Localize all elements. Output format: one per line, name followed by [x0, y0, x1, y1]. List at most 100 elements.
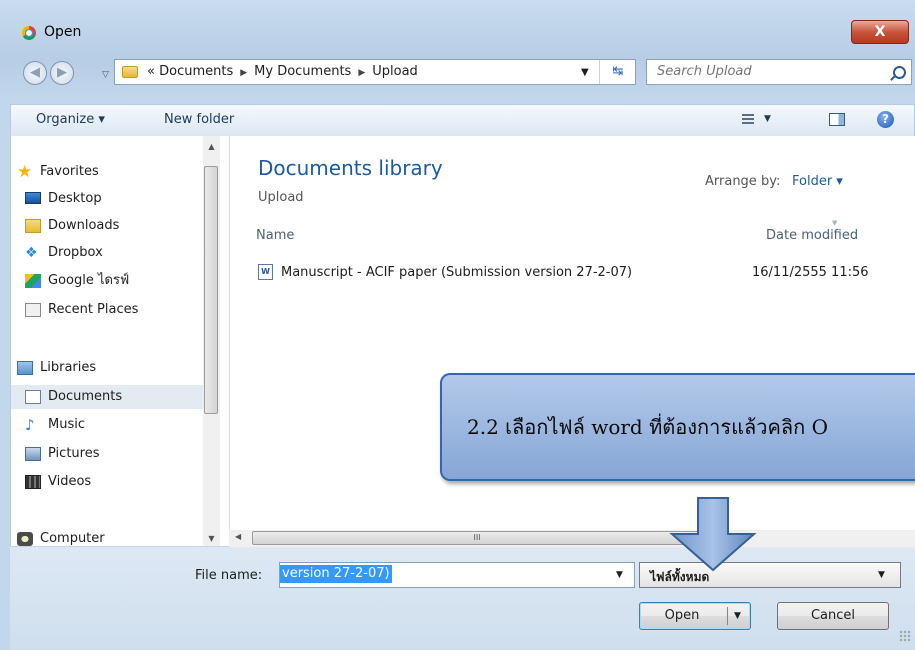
- file-name-combo[interactable]: version 27-2-07) ▼: [279, 562, 635, 588]
- open-button-label: Open: [664, 608, 700, 623]
- search-input[interactable]: [655, 63, 879, 80]
- folder-icon: [122, 66, 138, 78]
- library-title: Documents library: [258, 156, 443, 180]
- documents-icon: [25, 390, 41, 404]
- instruction-callout: 2.2 เลือกไฟล์ word ที่ต้องการแล้วคลิก O: [440, 373, 915, 481]
- search-icon[interactable]: [893, 66, 906, 79]
- nav-label: Google ไดรฟ์: [48, 273, 130, 288]
- computer-icon: [17, 532, 33, 546]
- nav-item-music[interactable]: ♪ Music: [11, 413, 216, 437]
- command-bar: Organize ▾ New folder ▼ ?: [10, 104, 915, 136]
- downloads-icon: [25, 219, 41, 233]
- view-options-dropdown-icon[interactable]: ▼: [764, 114, 771, 124]
- address-bar[interactable]: « Documents ▶ My Documents ▶ Upload ▼ ↹: [114, 59, 636, 85]
- nav-item-computer[interactable]: Computer: [11, 527, 216, 546]
- nav-item-documents[interactable]: Documents: [11, 385, 216, 409]
- sort-indicator-icon: ▼: [832, 219, 838, 227]
- forward-arrow-icon: ▶: [57, 65, 67, 80]
- dialog-footer: File name: version 27-2-07) ▼ ไฟล์ทั้งหม…: [10, 547, 915, 650]
- libraries-icon: [17, 361, 33, 375]
- address-dropdown-icon[interactable]: ▼: [581, 67, 589, 78]
- open-dialog: Open X ◀ ▶ ▽ « Documents ▶ My Documents ▶ Up…: [0, 0, 915, 650]
- nav-libraries[interactable]: Libraries: [11, 356, 216, 380]
- breadcrumb-documents[interactable]: Documents: [159, 64, 233, 79]
- column-header-name[interactable]: Name: [256, 228, 294, 243]
- nav-label: Recent Places: [48, 302, 139, 317]
- nav-item-recent-places[interactable]: Recent Places: [11, 298, 216, 322]
- arrange-by-label: Arrange by:: [705, 174, 781, 189]
- dropbox-icon: ❖: [25, 245, 38, 261]
- nav-item-desktop[interactable]: Desktop: [11, 187, 216, 211]
- window-title: Open: [44, 24, 82, 40]
- back-button[interactable]: ◀: [23, 61, 47, 85]
- scroll-left-icon[interactable]: ◀: [235, 532, 241, 541]
- nav-label: Dropbox: [48, 245, 103, 260]
- preview-pane-icon[interactable]: [829, 113, 845, 126]
- nav-item-downloads[interactable]: Downloads: [11, 214, 216, 238]
- back-arrow-icon: ◀: [30, 65, 40, 80]
- nav-item-videos[interactable]: Videos: [11, 470, 216, 494]
- nav-label: Documents: [48, 389, 123, 404]
- resize-grip[interactable]: [899, 630, 911, 642]
- forward-button[interactable]: ▶: [50, 61, 74, 85]
- nav-label: Libraries: [40, 360, 97, 375]
- nav-item-google-drive[interactable]: Google ไดรฟ์: [11, 269, 216, 293]
- nav-label: Desktop: [48, 191, 102, 206]
- nav-label: Downloads: [48, 218, 120, 233]
- recent-places-icon: [25, 303, 41, 317]
- nav-item-dropbox[interactable]: ❖ Dropbox: [11, 241, 216, 265]
- breadcrumb-separator-icon[interactable]: ▶: [240, 68, 247, 78]
- search-box[interactable]: [646, 59, 912, 85]
- recent-locations-dropdown[interactable]: ▽: [102, 70, 109, 80]
- down-arrow-icon: [669, 497, 757, 572]
- file-type-dropdown-icon[interactable]: ▼: [878, 570, 885, 580]
- address-row: ◀ ▶ ▽ « Documents ▶ My Documents ▶ Upload ▼ …: [0, 56, 915, 96]
- refresh-button[interactable]: ↹: [599, 60, 636, 84]
- nav-item-pictures[interactable]: Pictures: [11, 442, 216, 466]
- navigation-pane: ★ Favorites Desktop Downloads ❖ Dropbox …: [10, 136, 229, 546]
- new-folder-button[interactable]: New folder: [164, 112, 234, 127]
- file-name[interactable]: Manuscript - ACIF paper (Submission vers…: [281, 265, 632, 280]
- cancel-button[interactable]: Cancel: [777, 602, 889, 630]
- breadcrumb: « Documents ▶ My Documents ▶ Upload: [147, 64, 418, 79]
- horizontal-scrollbar[interactable]: ◀ III: [229, 530, 915, 547]
- file-name-label: File name:: [195, 568, 263, 583]
- open-options-dropdown-icon[interactable]: ▼: [734, 603, 741, 629]
- scroll-up-icon[interactable]: ▲: [203, 142, 220, 151]
- file-row[interactable]: W Manuscript - ACIF paper (Submission ve…: [256, 260, 915, 286]
- library-subtitle: Upload: [258, 190, 304, 205]
- music-icon: ♪: [25, 416, 35, 434]
- breadcrumb-overflow[interactable]: «: [147, 64, 155, 79]
- pictures-icon: [25, 447, 41, 461]
- breadcrumb-my-documents[interactable]: My Documents: [254, 64, 351, 79]
- google-drive-icon: [25, 274, 41, 288]
- callout-text: 2.2 เลือกไฟล์ word ที่ต้องการแล้วคลิก O: [467, 415, 828, 439]
- desktop-icon: [25, 192, 41, 204]
- file-date: 16/11/2555 11:56: [752, 265, 869, 280]
- change-view-icon[interactable]: [742, 114, 754, 125]
- nav-label: Computer: [40, 531, 105, 546]
- split-divider: [727, 607, 728, 625]
- organize-menu[interactable]: Organize ▾: [36, 112, 105, 127]
- file-name-field[interactable]: version 27-2-07): [280, 565, 392, 583]
- open-button[interactable]: Open ▼: [639, 602, 751, 630]
- close-button[interactable]: X: [851, 20, 909, 44]
- nav-label: Pictures: [48, 446, 100, 461]
- word-doc-icon: W: [258, 264, 273, 280]
- breadcrumb-separator-icon[interactable]: ▶: [358, 68, 365, 78]
- star-icon: ★: [17, 162, 33, 182]
- scroll-down-icon[interactable]: ▼: [203, 534, 220, 543]
- videos-icon: [25, 475, 41, 489]
- nav-label: Favorites: [40, 164, 99, 179]
- nav-label: Music: [48, 417, 85, 432]
- title-bar: Open X: [0, 18, 915, 52]
- arrange-by-dropdown[interactable]: Folder ▾: [792, 174, 843, 189]
- nav-favorites[interactable]: ★ Favorites: [11, 160, 216, 184]
- nav-scrollbar[interactable]: ▲ ▼: [203, 136, 220, 546]
- nav-scroll-thumb[interactable]: [204, 166, 218, 414]
- column-header-date-modified[interactable]: Date modified: [766, 228, 858, 243]
- breadcrumb-upload[interactable]: Upload: [372, 64, 418, 79]
- horizontal-scroll-thumb[interactable]: III: [252, 531, 702, 545]
- file-name-dropdown-icon[interactable]: ▼: [616, 570, 623, 580]
- help-icon[interactable]: ?: [877, 111, 894, 128]
